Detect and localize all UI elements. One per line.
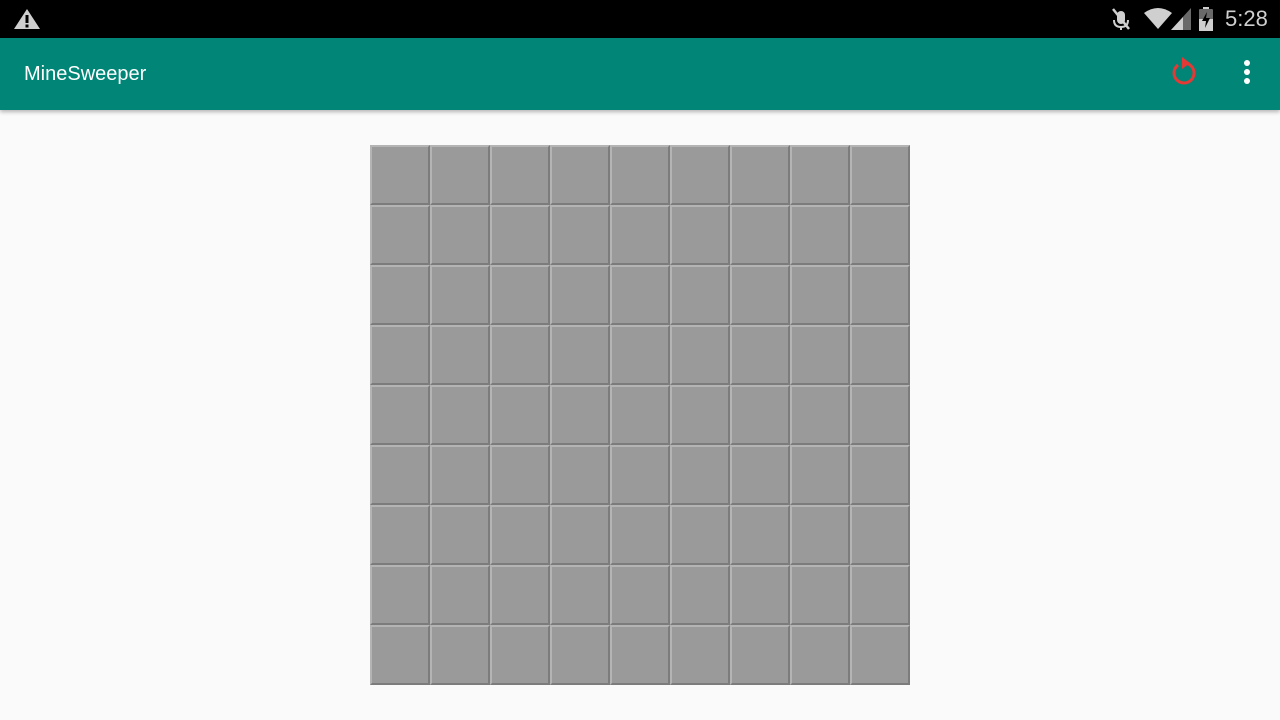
minefield-cell[interactable] xyxy=(550,385,610,445)
overflow-menu-icon xyxy=(1243,59,1251,90)
minefield-cell[interactable] xyxy=(490,205,550,265)
minefield-cell[interactable] xyxy=(490,385,550,445)
minefield-cell[interactable] xyxy=(610,625,670,685)
minefield-cell[interactable] xyxy=(370,325,430,385)
minefield-cell[interactable] xyxy=(850,565,910,625)
minefield-cell[interactable] xyxy=(730,565,790,625)
battery-charging-icon xyxy=(1198,7,1214,31)
minefield-cell[interactable] xyxy=(430,325,490,385)
minefield-cell[interactable] xyxy=(550,625,610,685)
minefield-cell[interactable] xyxy=(370,145,430,205)
minefield-cell[interactable] xyxy=(790,145,850,205)
minefield-cell[interactable] xyxy=(550,505,610,565)
minefield-cell[interactable] xyxy=(430,445,490,505)
warning-icon xyxy=(13,8,41,30)
minefield-cell[interactable] xyxy=(730,445,790,505)
minefield-cell[interactable] xyxy=(490,505,550,565)
minefield-cell[interactable] xyxy=(430,505,490,565)
app-bar: MineSweeper xyxy=(0,38,1280,110)
minefield-cell[interactable] xyxy=(430,145,490,205)
minefield-cell[interactable] xyxy=(550,325,610,385)
minefield-cell[interactable] xyxy=(850,505,910,565)
minefield-cell[interactable] xyxy=(850,325,910,385)
minefield-cell[interactable] xyxy=(790,265,850,325)
app-title: MineSweeper xyxy=(24,63,147,85)
mute-icon xyxy=(1110,7,1132,31)
minefield-cell[interactable] xyxy=(490,265,550,325)
minefield-cell[interactable] xyxy=(370,505,430,565)
minefield-cell[interactable] xyxy=(850,265,910,325)
minefield-cell[interactable] xyxy=(670,265,730,325)
minefield-cell[interactable] xyxy=(610,325,670,385)
minefield-cell[interactable] xyxy=(670,505,730,565)
status-clock: 5:28 xyxy=(1225,6,1268,31)
minefield-cell[interactable] xyxy=(430,385,490,445)
minefield-cell[interactable] xyxy=(370,445,430,505)
minefield-cell[interactable] xyxy=(730,265,790,325)
restart-icon xyxy=(1170,56,1198,92)
minefield-cell[interactable] xyxy=(670,145,730,205)
cell-signal-icon xyxy=(1170,7,1192,31)
minefield-cell[interactable] xyxy=(730,385,790,445)
minefield-cell[interactable] xyxy=(730,205,790,265)
minefield-cell[interactable] xyxy=(670,625,730,685)
minefield-cell[interactable] xyxy=(550,445,610,505)
minefield-cell[interactable] xyxy=(790,205,850,265)
minefield-cell[interactable] xyxy=(490,145,550,205)
minefield-cell[interactable] xyxy=(670,205,730,265)
minefield-cell[interactable] xyxy=(670,445,730,505)
minefield-cell[interactable] xyxy=(370,265,430,325)
minefield-cell[interactable] xyxy=(790,385,850,445)
minefield-cell[interactable] xyxy=(610,445,670,505)
minefield-cell[interactable] xyxy=(490,445,550,505)
minefield-grid xyxy=(370,145,910,685)
minefield-cell[interactable] xyxy=(550,205,610,265)
minefield-cell[interactable] xyxy=(430,565,490,625)
minefield-cell[interactable] xyxy=(790,445,850,505)
minefield-cell[interactable] xyxy=(610,565,670,625)
minefield-cell[interactable] xyxy=(610,265,670,325)
minefield-cell[interactable] xyxy=(730,325,790,385)
minefield-cell[interactable] xyxy=(850,625,910,685)
minefield-cell[interactable] xyxy=(790,325,850,385)
minefield-cell[interactable] xyxy=(670,325,730,385)
minefield-cell[interactable] xyxy=(490,325,550,385)
minefield-cell[interactable] xyxy=(610,145,670,205)
minefield-cell[interactable] xyxy=(790,625,850,685)
minefield-cell[interactable] xyxy=(850,445,910,505)
minefield-cell[interactable] xyxy=(370,385,430,445)
minefield-cell[interactable] xyxy=(730,625,790,685)
minefield-cell[interactable] xyxy=(430,205,490,265)
wifi-icon xyxy=(1143,7,1173,31)
minefield-cell[interactable] xyxy=(610,505,670,565)
minefield-cell[interactable] xyxy=(490,625,550,685)
minefield-cell[interactable] xyxy=(730,145,790,205)
minefield-cell[interactable] xyxy=(610,385,670,445)
minefield-cell[interactable] xyxy=(370,205,430,265)
minefield-cell[interactable] xyxy=(370,625,430,685)
minefield-cell[interactable] xyxy=(850,385,910,445)
minefield-cell[interactable] xyxy=(850,205,910,265)
minefield-cell[interactable] xyxy=(670,385,730,445)
minefield-cell[interactable] xyxy=(850,145,910,205)
minefield-cell[interactable] xyxy=(430,265,490,325)
minefield-cell[interactable] xyxy=(370,565,430,625)
minefield-cell[interactable] xyxy=(730,505,790,565)
overflow-menu-button[interactable] xyxy=(1227,54,1267,94)
minefield-cell[interactable] xyxy=(610,205,670,265)
minefield-cell[interactable] xyxy=(550,145,610,205)
minefield-cell[interactable] xyxy=(790,565,850,625)
minefield-cell[interactable] xyxy=(550,265,610,325)
restart-button[interactable] xyxy=(1162,54,1206,94)
minefield-cell[interactable] xyxy=(670,565,730,625)
minefield-cell[interactable] xyxy=(490,565,550,625)
status-bar: 5:28 xyxy=(0,0,1280,38)
minefield-cell[interactable] xyxy=(550,565,610,625)
minefield-cell[interactable] xyxy=(790,505,850,565)
minefield-cell[interactable] xyxy=(430,625,490,685)
